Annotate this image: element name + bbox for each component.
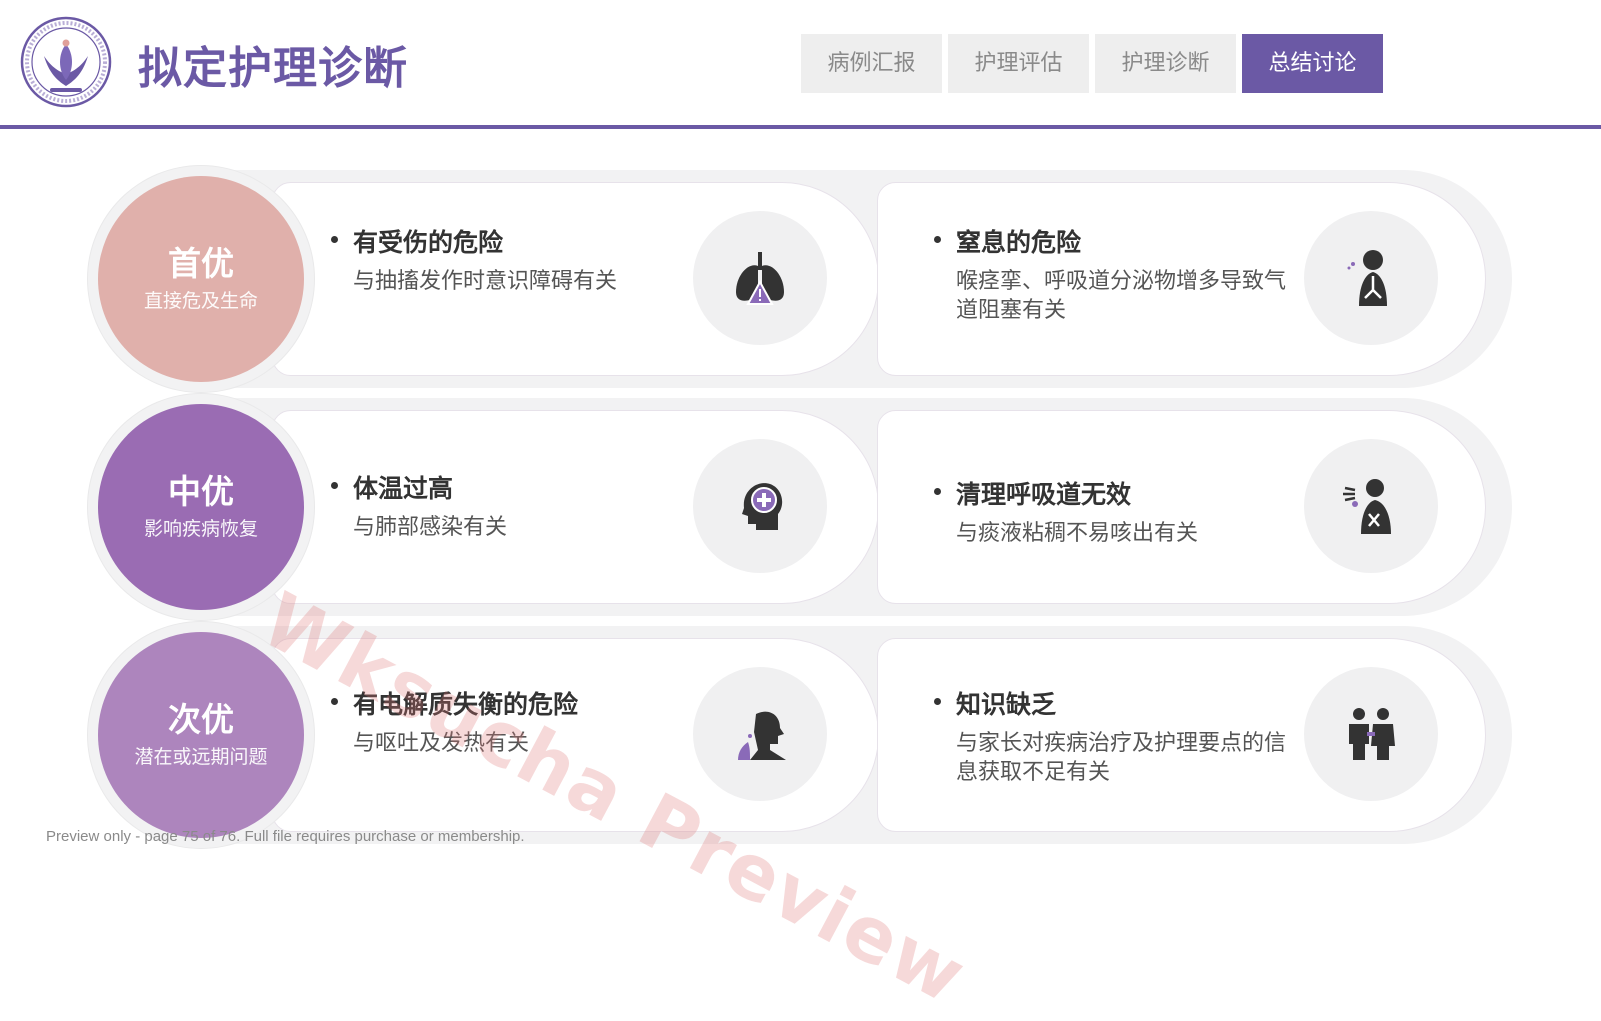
priority-desc: 直接危及生命 [143, 290, 258, 312]
tab-nursing-diagnosis[interactable]: 护理诊断 [1095, 34, 1236, 93]
preview-footer-note: Preview only - page 75 of 76. Full file … [46, 828, 525, 845]
diagnosis-card: 知识缺乏 与家长对疾病治疗及护理要点的信息获取不足有关 [877, 638, 1486, 832]
respiratory-system-icon [1304, 211, 1438, 345]
priority-row-first: 有受伤的危险 与抽搐发作时意识障碍有关 窒息的危险 喉痉挛、呼吸道分泌物增多导致… [92, 170, 1512, 388]
diagnosis-desc: 与呕吐及发热有关 [353, 731, 530, 756]
diagnosis-desc: 与痰液粘稠不易咳出有关 [956, 521, 1199, 546]
diagnosis-card: 有电解质失衡的危险 与呕吐及发热有关 [272, 638, 879, 832]
diagnosis-card: 清理呼吸道无效 与痰液粘稠不易咳出有关 [877, 410, 1486, 604]
header-divider [0, 125, 1601, 129]
tab-case-report[interactable]: 病例汇报 [801, 34, 942, 93]
diagnosis-title: 知识缺乏 [956, 690, 1057, 719]
parents-icon [1304, 667, 1438, 801]
priority-level: 次优 [168, 700, 234, 739]
diagnosis-title: 有受伤的危险 [353, 228, 504, 257]
cough-patient-icon [1304, 439, 1438, 573]
diagnosis-desc: 与肺部感染有关 [353, 515, 508, 540]
diagnosis-card: 有受伤的危险 与抽搐发作时意识障碍有关 [272, 182, 879, 376]
head-medical-cross-icon [693, 439, 827, 573]
bullet-icon [331, 236, 338, 243]
priority-row-third: 有电解质失衡的危险 与呕吐及发热有关 知识缺乏 与家长对疾病治疗及护理要点的信息… [92, 626, 1512, 844]
bullet-icon [331, 482, 338, 489]
page-title: 拟定护理诊断 [138, 43, 408, 94]
diagnosis-desc: 喉痉挛、呼吸道分泌物增多导致气道阻塞有关 [956, 269, 1287, 323]
hospital-logo [20, 16, 112, 108]
diagnosis-title: 体温过高 [353, 474, 454, 503]
priority-level: 首优 [168, 244, 234, 283]
bullet-icon [934, 236, 941, 243]
diagnosis-card: 体温过高 与肺部感染有关 [272, 410, 879, 604]
diagnosis-title: 有电解质失衡的危险 [353, 690, 579, 719]
vomiting-person-icon [693, 667, 827, 801]
priority-row-second: 体温过高 与肺部感染有关 清理呼吸道无效 与痰液粘稠不易咳出有关 中优 影响疾病… [92, 398, 1512, 616]
priority-badge: 首优 直接危及生命 [98, 176, 304, 382]
tab-nursing-assessment[interactable]: 护理评估 [948, 34, 1089, 93]
bullet-icon [934, 488, 941, 495]
diagnosis-title: 窒息的危险 [956, 228, 1082, 257]
diagnosis-title: 清理呼吸道无效 [956, 480, 1132, 509]
bullet-icon [331, 698, 338, 705]
diagnosis-card: 窒息的危险 喉痉挛、呼吸道分泌物增多导致气道阻塞有关 [877, 182, 1486, 376]
lungs-warning-icon [693, 211, 827, 345]
priority-desc: 影响疾病恢复 [143, 518, 258, 540]
diagnosis-desc: 与抽搐发作时意识障碍有关 [353, 269, 618, 294]
diagnosis-desc: 与家长对疾病治疗及护理要点的信息获取不足有关 [956, 731, 1287, 785]
priority-badge: 次优 潜在或远期问题 [98, 632, 304, 838]
priority-level: 中优 [168, 472, 234, 511]
priority-desc: 潜在或远期问题 [134, 746, 268, 768]
priority-badge: 中优 影响疾病恢复 [98, 404, 304, 610]
section-tabs: 病例汇报 护理评估 护理诊断 总结讨论 [801, 34, 1383, 93]
bullet-icon [934, 698, 941, 705]
tab-summary-discussion[interactable]: 总结讨论 [1242, 34, 1383, 93]
